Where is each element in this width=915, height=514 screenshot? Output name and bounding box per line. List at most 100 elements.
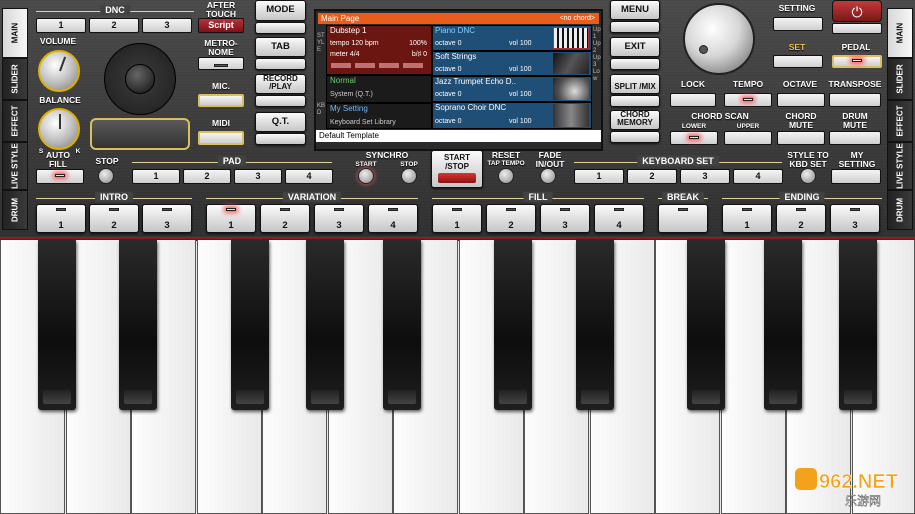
part-cell-2[interactable]: Soft Strings octave 0 vol 100 [432,51,592,76]
black-key[interactable] [119,240,157,410]
chord-memory-button[interactable]: CHORD MEMORY [610,110,660,130]
mic-button[interactable] [198,94,244,107]
side-tab-slider-left[interactable]: SLIDER [2,58,28,100]
black-key[interactable] [306,240,344,410]
tab-sub-button[interactable] [255,58,306,70]
fill-button-1[interactable]: 1 [432,204,482,233]
side-tab-drum-left[interactable]: DRUM [2,190,28,230]
intro-button-3[interactable]: 3 [142,204,192,233]
keyboard-set-button-4[interactable]: 4 [733,169,783,184]
part-cell-3[interactable]: Jazz Trumpet Echo D.. octave 0 vol 100 [432,76,592,102]
pad-button-2[interactable]: 2 [183,169,231,184]
side-tab-main-right[interactable]: MAIN [887,8,913,58]
my-setting-cell[interactable]: My Setting Keyboard Set Library [326,103,432,129]
split-mix-sub-button[interactable] [610,95,660,107]
my-setting-button[interactable] [831,169,881,184]
menu-button[interactable]: MENU [610,0,660,20]
mode-button[interactable]: MODE [255,0,306,21]
midi-button[interactable] [198,131,244,145]
black-key[interactable] [576,240,614,410]
side-tab-live-style-left[interactable]: LIVE STYLE [2,142,28,190]
black-key[interactable] [494,240,532,410]
variation-button-1[interactable]: 1 [206,204,256,233]
fill-button-4[interactable]: 4 [594,204,644,233]
pitch-bar[interactable] [90,118,190,150]
intro-button-2[interactable]: 2 [89,204,139,233]
side-tab-live-style-right[interactable]: LIVE STYLE [887,142,913,190]
variation-button-3[interactable]: 3 [314,204,364,233]
style-cell[interactable]: Dubstep 1 tempo 120 bpm 100% meter 4/4 b… [326,25,432,75]
dnc-button-1[interactable]: 1 [36,18,86,33]
dnc-button-3[interactable]: 3 [142,18,192,33]
intro-button-1[interactable]: 1 [36,204,86,233]
break-button[interactable] [658,204,708,233]
keyboard-set-button-3[interactable]: 3 [680,169,730,184]
exit-button[interactable]: EXIT [610,37,660,57]
chord-scan-lower-button[interactable] [670,131,718,145]
qt-sub-button[interactable] [255,133,306,145]
ending-button-3[interactable]: 3 [830,204,880,233]
transpose-button[interactable] [829,93,881,107]
ending-button-1[interactable]: 1 [722,204,772,233]
joystick[interactable] [104,43,176,115]
pad-button-3[interactable]: 3 [234,169,282,184]
side-tab-main-left[interactable]: MAIN [2,8,28,58]
ending-button-2[interactable]: 2 [776,204,826,233]
side-tab-effect-left[interactable]: EFFECT [2,100,28,142]
lock-button[interactable] [670,93,716,107]
variation-button-2[interactable]: 2 [260,204,310,233]
qt-button[interactable]: Q.T. [255,112,306,132]
joystick-handle[interactable] [125,64,155,94]
octave-button[interactable] [777,93,825,107]
part-cell-1[interactable]: Piano DNC octave 0 vol 100 [432,25,592,51]
drum-mute-button[interactable] [829,131,881,145]
set-button[interactable] [773,55,823,68]
black-key[interactable] [383,240,421,410]
pedal-button[interactable] [832,55,882,68]
chord-mute-button[interactable] [777,131,825,145]
chord-memory-sub-button[interactable] [610,131,660,143]
synchro-start-button[interactable] [358,168,374,184]
start-stop-button[interactable]: START /STOP [431,150,483,188]
tempo-down-button[interactable] [724,93,772,107]
power-button[interactable]: ⏻ [832,0,882,22]
black-key[interactable] [231,240,269,410]
auto-fill-button[interactable] [36,169,84,184]
side-tab-effect-right[interactable]: EFFECT [887,100,913,142]
record-play-button[interactable]: RECORD /PLAY [255,74,306,94]
part-cell-4[interactable]: Soprano Choir DNC octave 0 vol 100 [432,102,592,129]
menu-sub-button[interactable] [610,21,660,33]
power-sub-button[interactable] [832,23,882,34]
synchro-stop-button[interactable] [401,168,417,184]
fill-button-2[interactable]: 2 [486,204,536,233]
side-tab-slider-right[interactable]: SLIDER [887,58,913,100]
keyboard-set-button-2[interactable]: 2 [627,169,677,184]
fade-button[interactable] [540,168,556,184]
black-key[interactable] [839,240,877,410]
black-key[interactable] [764,240,802,410]
display-screen[interactable]: Main Page <no chord> Dubstep 1 tempo 120 … [314,9,603,151]
mode-sub-button[interactable] [255,22,306,34]
normal-cell[interactable]: Normal System (Q.T.) [326,75,432,103]
variation-button-4[interactable]: 4 [368,204,418,233]
black-key[interactable] [38,240,76,410]
side-tab-drum-right[interactable]: DRUM [887,190,913,230]
script-button[interactable]: Script [198,18,244,33]
split-mix-button[interactable]: SPLIT /MIX [610,74,660,94]
data-dial[interactable] [683,3,755,75]
metronome-button[interactable] [198,57,244,70]
black-key[interactable] [687,240,725,410]
tab-button[interactable]: TAB [255,37,306,57]
pad-button-4[interactable]: 4 [285,169,333,184]
volume-knob[interactable] [38,50,80,92]
dnc-button-2[interactable]: 2 [89,18,139,33]
pad-stop-button[interactable] [98,168,114,184]
pad-button-1[interactable]: 1 [132,169,180,184]
balance-knob[interactable] [38,108,80,150]
record-sub-button[interactable] [255,95,306,107]
reset-button[interactable] [498,168,514,184]
fill-button-3[interactable]: 3 [540,204,590,233]
setting-button[interactable] [773,17,823,31]
exit-sub-button[interactable] [610,58,660,70]
keyboard-set-button-1[interactable]: 1 [574,169,624,184]
